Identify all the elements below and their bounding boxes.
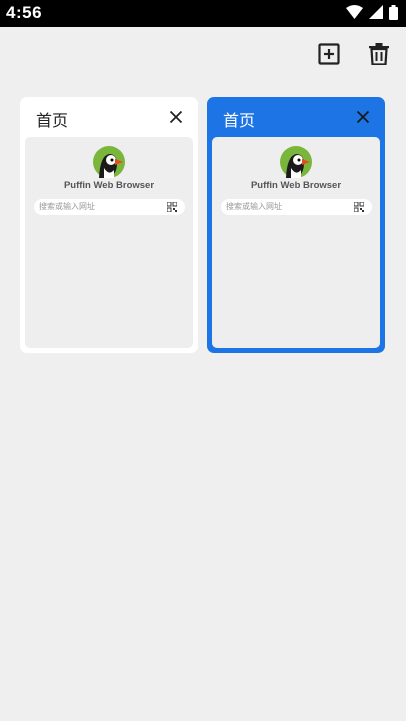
search-box: 搜索或输入网址 [221, 199, 372, 215]
brand-name: Puffin Web Browser [63, 180, 155, 191]
puffin-logo-icon [280, 146, 312, 178]
add-box-icon [318, 43, 340, 65]
close-all-tabs-button[interactable] [365, 40, 393, 68]
tab-title: 首页 [223, 111, 256, 130]
cellular-icon [369, 5, 383, 19]
search-placeholder: 搜索或输入网址 [226, 202, 282, 211]
status-bar: 4:56 [0, 0, 406, 27]
search-placeholder: 搜索或输入网址 [39, 202, 95, 211]
status-icons [346, 5, 398, 20]
qr-code-icon [167, 202, 177, 212]
close-icon[interactable] [168, 109, 184, 125]
tab-header: 首页 [20, 97, 198, 137]
qr-code-icon [354, 202, 364, 212]
tab-card[interactable]: 首页 Puffin Web Browser 搜索或输入网址 [20, 97, 198, 353]
wifi-icon [346, 5, 363, 19]
status-time: 4:56 [6, 3, 43, 22]
puffin-logo-icon [93, 146, 125, 178]
new-tab-button[interactable] [315, 40, 343, 68]
brand-name: Puffin Web Browser [250, 180, 342, 191]
tab-card-active[interactable]: 首页 Puffin Web Browser 搜索或输入网址 [207, 97, 385, 353]
tab-preview: Puffin Web Browser 搜索或输入网址 [25, 137, 193, 348]
battery-icon [389, 5, 398, 20]
search-box: 搜索或输入网址 [34, 199, 185, 215]
close-icon[interactable] [355, 109, 371, 125]
tab-header: 首页 [207, 97, 385, 137]
tab-preview: Puffin Web Browser 搜索或输入网址 [212, 137, 380, 348]
trash-icon [369, 43, 389, 65]
tab-title: 首页 [36, 111, 69, 130]
